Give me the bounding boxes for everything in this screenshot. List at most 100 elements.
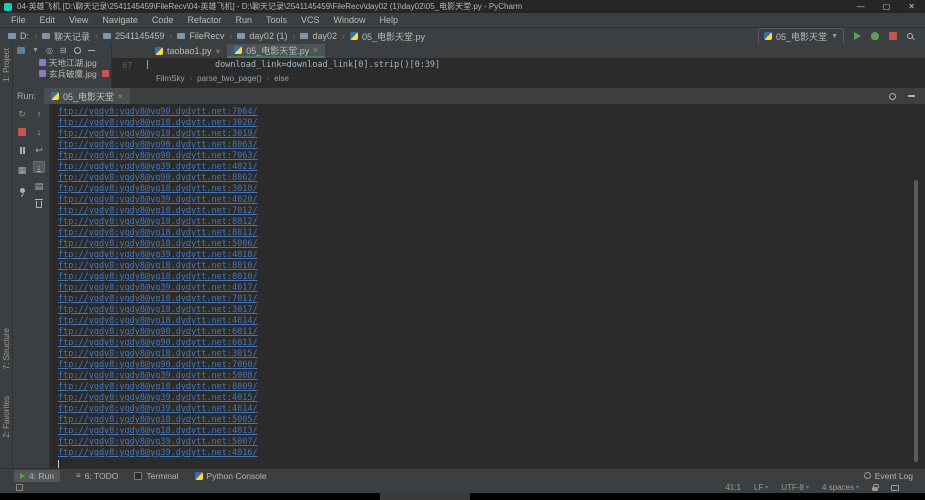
editor-breadcrumb-item[interactable]: parse_two_page(): [184, 74, 261, 83]
breadcrumb-folder[interactable]: D:: [8, 31, 42, 41]
console-ftp-link[interactable]: ftp://ygdy8:ygdy8@yg90.dydytt.net:6011/: [58, 327, 925, 338]
run-panel-tab[interactable]: 05_电影天堂 ×: [44, 88, 130, 104]
menu-item[interactable]: Tools: [259, 15, 294, 25]
console-ftp-link[interactable]: ftp://ygdy8:ygdy8@yg18.dydytt.net:8012/: [58, 217, 925, 228]
console-ftp-link[interactable]: ftp://ygdy8:ygdy8@yg18.dydytt.net:3018/: [58, 184, 925, 195]
console-ftp-link[interactable]: ftp://ygdy8:ygdy8@yg18.dydytt.net:3020/: [58, 118, 925, 129]
gear-icon[interactable]: [889, 92, 896, 100]
editor-breadcrumb-item[interactable]: FilmSky: [156, 74, 184, 83]
close-icon[interactable]: ×: [313, 46, 318, 55]
console-ftp-link[interactable]: ftp://ygdy8:ygdy8@yg90.dydytt.net:7064/: [58, 107, 925, 118]
console-ftp-link[interactable]: ftp://ygdy8:ygdy8@yg39.dydytt.net:4016/: [58, 448, 925, 459]
menu-item[interactable]: VCS: [294, 15, 327, 25]
tool-button-terminal[interactable]: Terminal: [134, 471, 179, 481]
console-ftp-link[interactable]: ftp://ygdy8:ygdy8@yg39.dydytt.net:5008/: [58, 371, 925, 382]
sidebar-item-project[interactable]: 1: Project: [2, 48, 11, 82]
console-ftp-link[interactable]: ftp://ygdy8:ygdy8@yg39.dydytt.net:4018/: [58, 250, 925, 261]
stop-button[interactable]: [889, 32, 897, 40]
collapse-all-icon[interactable]: ⊟: [60, 46, 67, 55]
tree-item[interactable]: 玄兵破魔.jpg: [13, 68, 111, 79]
menu-item[interactable]: Edit: [33, 15, 63, 25]
down-stack-trace-icon[interactable]: ↓: [33, 126, 45, 138]
console-ftp-link[interactable]: ftp://ygdy8:ygdy8@yg18.dydytt.net:3017/: [58, 305, 925, 316]
console-ftp-link[interactable]: ftp://ygdy8:ygdy8@yg18.dydytt.net:8010/: [58, 272, 925, 283]
run-configuration-select[interactable]: 05_电影天堂 ▼: [758, 27, 844, 45]
restore-layout-icon[interactable]: ▦: [16, 164, 28, 176]
sidebar-item-favorites[interactable]: 2: Favorites: [2, 396, 11, 438]
editor-breadcrumb-item[interactable]: else: [262, 74, 289, 83]
tool-button-python-console[interactable]: Python Console: [194, 471, 267, 481]
breadcrumb-folder[interactable]: day02 (1): [237, 31, 300, 41]
clear-all-icon[interactable]: [33, 198, 45, 210]
run-button[interactable]: [854, 32, 861, 40]
sidebar-item-structure[interactable]: 7: Structure: [2, 328, 11, 369]
debug-button[interactable]: [871, 32, 879, 40]
soft-wrap-icon[interactable]: ↩: [33, 144, 45, 156]
console-ftp-link[interactable]: ftp://ygdy8:ygdy8@yg18.dydytt.net:7012/: [58, 206, 925, 217]
menu-item[interactable]: File: [4, 15, 33, 25]
console-ftp-link[interactable]: ftp://ygdy8:ygdy8@yg90.dydytt.net:8062/: [58, 173, 925, 184]
chevron-down-icon[interactable]: ▼: [32, 47, 39, 54]
menu-item[interactable]: Navigate: [95, 15, 145, 25]
breadcrumb-folder[interactable]: 2541145459: [103, 31, 177, 41]
menu-item[interactable]: Code: [145, 15, 181, 25]
console-ftp-link[interactable]: ftp://ygdy8:ygdy8@yg39.dydytt.net:5007/: [58, 437, 925, 448]
event-log-button[interactable]: Event Log: [863, 471, 925, 481]
code-line[interactable]: 67 download_link=download_link[0].strip(…: [112, 58, 925, 72]
pin-tab-icon[interactable]: [16, 184, 28, 196]
console-ftp-link[interactable]: ftp://ygdy8:ygdy8@yg39.dydytt.net:4021/: [58, 162, 925, 173]
maximize-button[interactable]: ▢: [883, 2, 891, 11]
breadcrumb-folder[interactable]: day02: [300, 31, 350, 41]
search-icon[interactable]: [907, 33, 913, 39]
minimize-button[interactable]: —: [857, 2, 865, 11]
close-icon[interactable]: ×: [216, 47, 221, 56]
editor-tab-taobao1[interactable]: taobao1.py ×: [148, 44, 227, 58]
gear-icon[interactable]: [73, 47, 81, 54]
tool-button-todo[interactable]: ≡ 6: TODO: [76, 471, 118, 481]
menu-item[interactable]: Run: [228, 15, 259, 25]
breadcrumb-folder[interactable]: FileRecv: [177, 31, 237, 41]
console-ftp-link[interactable]: ftp://ygdy8:ygdy8@yg90.dydytt.net:8063/: [58, 140, 925, 151]
breadcrumb-file[interactable]: 05_电影天堂.py: [349, 30, 425, 43]
console-ftp-link[interactable]: ftp://ygdy8:ygdy8@yg18.dydytt.net:3019/: [58, 129, 925, 140]
scroll-to-end-icon[interactable]: ↓: [33, 161, 45, 173]
line-separator-select[interactable]: LF ▾: [754, 483, 768, 492]
menu-item[interactable]: Help: [373, 15, 406, 25]
console-ftp-link[interactable]: ftp://ygdy8:ygdy8@yg39.dydytt.net:4020/: [58, 195, 925, 206]
console-scrollbar[interactable]: [914, 180, 918, 462]
console-ftp-link[interactable]: ftp://ygdy8:ygdy8@yg39.dydytt.net:4017/: [58, 283, 925, 294]
menu-item[interactable]: Refactor: [180, 15, 228, 25]
console-ftp-link[interactable]: ftp://ygdy8:ygdy8@yg18.dydytt.net:8011/: [58, 228, 925, 239]
taskbar-item[interactable]: [380, 493, 470, 500]
tool-window-switcher-icon[interactable]: [16, 484, 23, 491]
tree-item[interactable]: 天地江湖.jpg: [13, 57, 111, 68]
lock-icon[interactable]: [872, 484, 879, 491]
console-ftp-link[interactable]: ftp://ygdy8:ygdy8@yg18.dydytt.net:8009/: [58, 382, 925, 393]
print-icon[interactable]: ▤: [33, 180, 45, 192]
indent-select[interactable]: 4 spaces ▾: [822, 483, 859, 492]
console-ftp-link[interactable]: ftp://ygdy8:ygdy8@yg18.dydytt.net:3015/: [58, 349, 925, 360]
editor-tab-movie[interactable]: 05_电影天堂.py ×: [227, 44, 325, 58]
console-ftp-link[interactable]: ftp://ygdy8:ygdy8@yg90.dydytt.net:6011/: [58, 338, 925, 349]
rerun-icon[interactable]: ↻: [16, 108, 28, 120]
menu-item[interactable]: Window: [327, 15, 373, 25]
console-ftp-link[interactable]: ftp://ygdy8:ygdy8@yg39.dydytt.net:4015/: [58, 393, 925, 404]
console-ftp-link[interactable]: ftp://ygdy8:ygdy8@yg18.dydytt.net:4014/: [58, 316, 925, 327]
project-view-icon[interactable]: [17, 47, 25, 54]
console-ftp-link[interactable]: ftp://ygdy8:ygdy8@yg18.dydytt.net:8010/: [58, 261, 925, 272]
close-button[interactable]: ✕: [908, 2, 915, 11]
locate-file-icon[interactable]: ◎: [46, 46, 53, 55]
tool-button-run[interactable]: 4: Run: [14, 469, 61, 482]
console-ftp-link[interactable]: ftp://ygdy8:ygdy8@yg18.dydytt.net:5005/: [58, 415, 925, 426]
console-ftp-link[interactable]: ftp://ygdy8:ygdy8@yg18.dydytt.net:4013/: [58, 426, 925, 437]
caret-position[interactable]: 41:1: [725, 483, 741, 492]
console-ftp-link[interactable]: ftp://ygdy8:ygdy8@yg90.dydytt.net:7063/: [58, 151, 925, 162]
pause-output-icon[interactable]: [16, 144, 28, 156]
stop-icon[interactable]: [16, 126, 28, 138]
up-stack-trace-icon[interactable]: ↑: [33, 108, 45, 120]
encoding-select[interactable]: UTF-8 ▾: [781, 483, 809, 492]
menu-item[interactable]: View: [62, 15, 95, 25]
console-ftp-link[interactable]: ftp://ygdy8:ygdy8@yg18.dydytt.net:5006/: [58, 239, 925, 250]
console-ftp-link[interactable]: ftp://ygdy8:ygdy8@yg39.dydytt.net:4014/: [58, 404, 925, 415]
inspections-monitor-icon[interactable]: [891, 484, 899, 491]
